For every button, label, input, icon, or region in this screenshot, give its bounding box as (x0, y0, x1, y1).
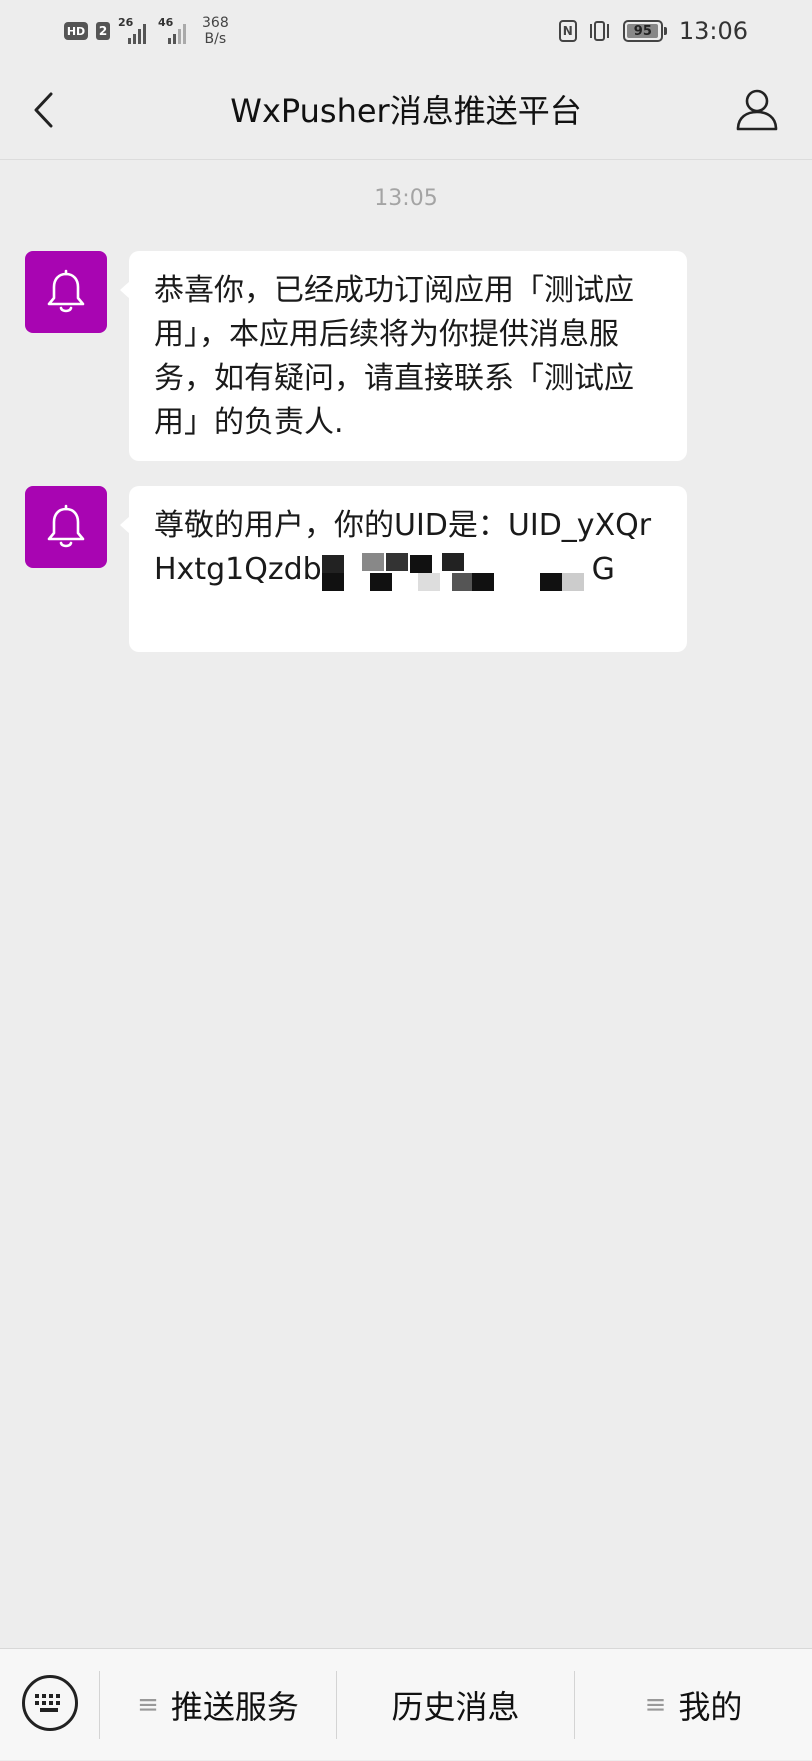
battery-level: 95 (633, 23, 652, 39)
menu-item-mine[interactable]: ≡ 我的 (575, 1649, 812, 1761)
status-time: 13:06 (678, 17, 748, 45)
status-bar: HD 2 26 46 368 B/s N 95 13:06 (0, 0, 812, 62)
message-bubble[interactable]: 尊敬的用户，你的UID是：UID_yXQrHxtg1Qzdb G (120, 486, 687, 652)
profile-button[interactable] (732, 84, 782, 134)
avatar[interactable] (25, 251, 107, 333)
keyboard-toggle-button[interactable] (22, 1675, 78, 1731)
status-left: HD 2 26 46 368 B/s (64, 12, 229, 50)
chat-timestamp: 13:05 (374, 186, 438, 211)
signal-icon: 26 (118, 16, 150, 46)
avatar[interactable] (25, 486, 107, 568)
net-speed-unit: B/s (204, 31, 227, 47)
user-icon (736, 89, 778, 131)
chevron-left-icon (34, 92, 53, 128)
redaction-mosaic (321, 551, 592, 591)
battery-icon: 95 (622, 20, 667, 42)
net-speed: 368 B/s (202, 15, 229, 47)
hd-badge: HD (64, 22, 88, 40)
menu-item-push-service[interactable]: ≡ 推送服务 (100, 1649, 336, 1761)
page-title: WxPusher消息推送平台 (230, 92, 582, 130)
menu-item-label: 推送服务 (170, 1688, 299, 1726)
nfc-icon: N (558, 20, 577, 42)
back-button[interactable] (20, 86, 68, 134)
menu-lines-icon: ≡ (137, 1690, 159, 1720)
nav-bar: WxPusher消息推送平台 (0, 62, 812, 160)
signal-icon: 46 (158, 16, 190, 46)
uid-text-suffix: G (591, 552, 615, 587)
vibrate-icon (587, 20, 613, 42)
bell-icon (47, 269, 85, 313)
menu-item-label: 历史消息 (391, 1688, 520, 1726)
message-bubble[interactable]: 恭喜你，已经成功订阅应用「测试应用」，本应用后续将为你提供消息服务，如有疑问，请… (120, 251, 687, 461)
menu-lines-icon: ≡ (644, 1690, 667, 1720)
keyboard-icon (35, 1694, 60, 1712)
menu-item-label: 我的 (678, 1688, 743, 1726)
bell-icon (47, 504, 85, 548)
status-right: N 95 13:06 (558, 12, 748, 50)
net-speed-value: 368 (202, 15, 229, 31)
sim-badge: 2 (96, 22, 110, 40)
menu-item-history[interactable]: 历史消息 (337, 1649, 574, 1761)
bottom-menu-bar: ≡ 推送服务 历史消息 ≡ 我的 (0, 1648, 812, 1760)
